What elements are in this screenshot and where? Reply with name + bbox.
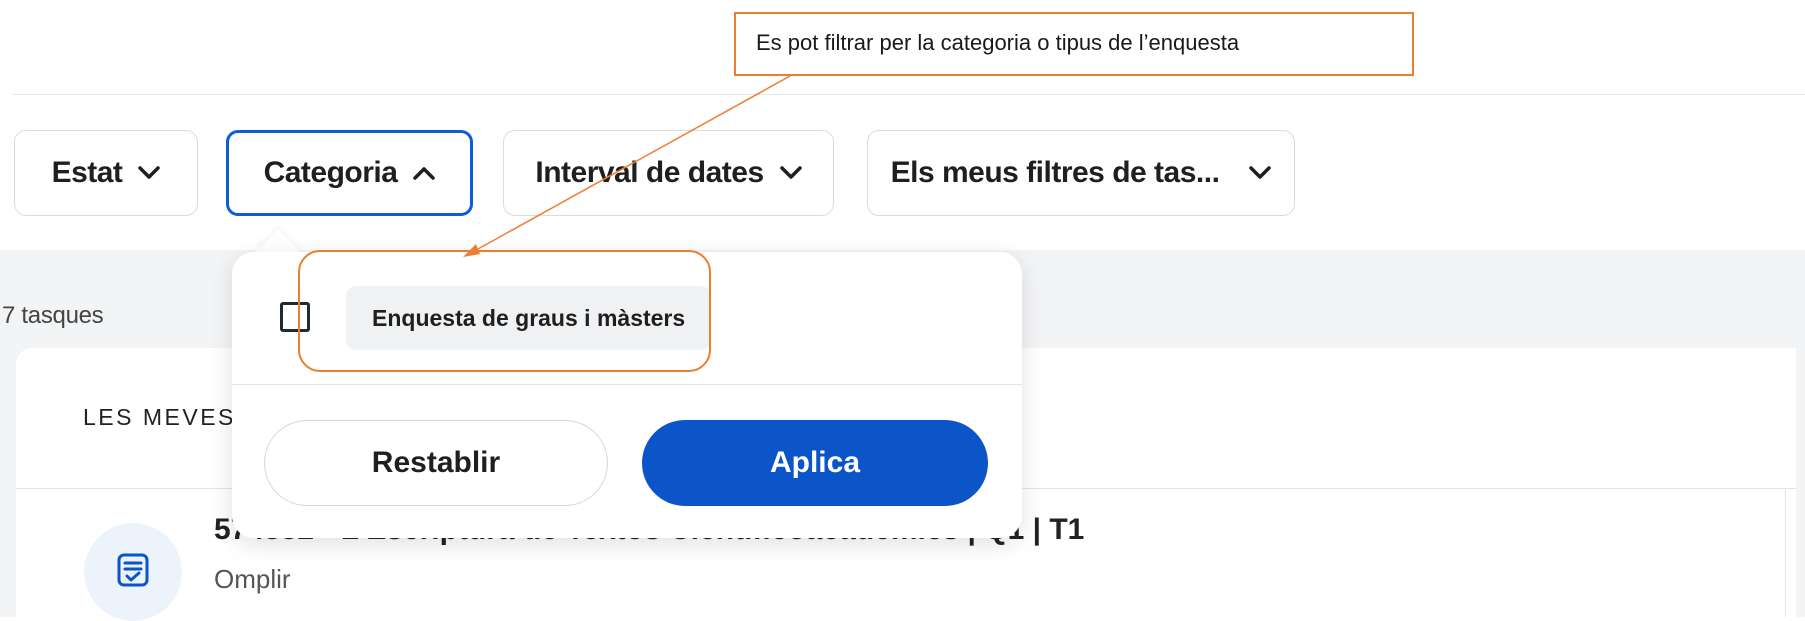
card-edge: [1785, 488, 1786, 617]
annotation-callout: Es pot filtrar per la categoria o tipus …: [734, 12, 1414, 76]
annotation-highlight-box: [298, 250, 711, 372]
task-icon-badge: [84, 523, 182, 621]
task-count: 7 tasques: [2, 302, 104, 329]
reset-button[interactable]: Restablir: [264, 420, 608, 506]
category-filter-label: Categoria: [263, 156, 398, 189]
chevron-up-icon: [413, 166, 436, 180]
my-filters-label: Els meus filtres de tas...: [890, 156, 1220, 189]
chevron-down-icon: [779, 166, 802, 180]
popover-divider: [232, 384, 1022, 385]
my-filters-button[interactable]: Els meus filtres de tas...: [867, 130, 1295, 216]
form-check-icon: [116, 552, 150, 593]
status-filter-label: Estat: [51, 156, 123, 189]
chevron-down-icon: [138, 166, 161, 180]
status-filter-button[interactable]: Estat: [14, 130, 198, 216]
date-range-filter-label: Interval de dates: [535, 156, 764, 189]
apply-button[interactable]: Aplica: [642, 420, 988, 506]
date-range-filter-button[interactable]: Interval de dates: [503, 130, 834, 216]
task-action: Omplir: [214, 564, 291, 594]
card-title: LES MEVES: [83, 404, 236, 430]
chevron-down-icon: [1249, 166, 1272, 180]
category-filter-button[interactable]: Categoria: [226, 130, 473, 216]
